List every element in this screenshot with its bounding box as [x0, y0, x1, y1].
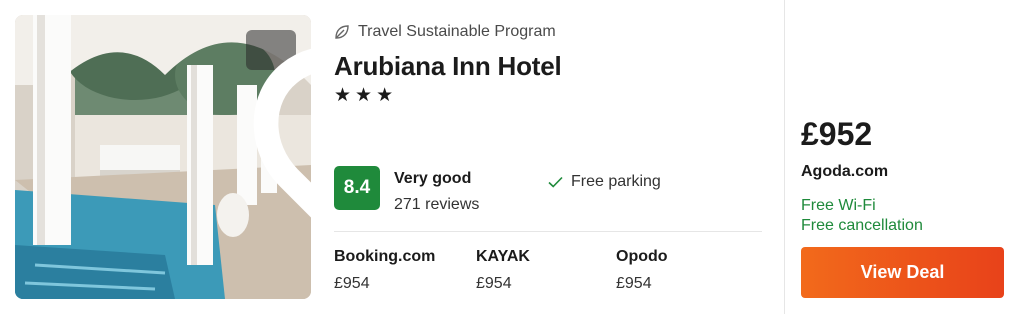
partner-price: £954	[476, 275, 512, 292]
rating-label: Very good	[394, 170, 472, 187]
partner-name: Opodo	[616, 248, 668, 265]
amenity-label: Free parking	[571, 173, 661, 190]
partner-price-booking[interactable]: Booking.com £954	[334, 248, 435, 293]
hotel-result-card: Travel Sustainable Program Arubiana Inn …	[0, 0, 1024, 314]
deal-provider: Agoda.com	[801, 163, 889, 180]
check-icon	[548, 176, 563, 188]
deal-price: £952	[801, 116, 873, 152]
leaf-icon	[335, 25, 349, 39]
hotel-photo[interactable]	[15, 15, 311, 299]
sustainability-label[interactable]: Travel Sustainable Program	[358, 23, 556, 41]
partner-name: KAYAK	[476, 248, 530, 265]
heart-icon	[253, 48, 311, 218]
column-divider	[784, 0, 785, 314]
favorite-button[interactable]	[246, 30, 311, 218]
hotel-name[interactable]: Arubiana Inn Hotel	[334, 51, 562, 82]
perk-free-wifi: Free Wi-Fi	[801, 197, 876, 214]
review-count[interactable]: 271 reviews	[394, 196, 479, 214]
view-deal-button[interactable]: View Deal	[801, 247, 1004, 298]
star-icon: ★	[334, 85, 352, 106]
star-rating: ★ ★ ★	[334, 86, 393, 106]
partner-price: £954	[616, 275, 652, 292]
divider	[334, 231, 762, 232]
star-icon: ★	[355, 85, 373, 106]
amenity-free-parking: Free parking	[548, 173, 661, 191]
partner-price-kayak[interactable]: KAYAK £954	[476, 248, 530, 293]
star-icon: ★	[376, 85, 394, 106]
sustainability-badge: Travel Sustainable Program	[334, 22, 556, 42]
partner-price: £954	[334, 275, 370, 292]
partner-name: Booking.com	[334, 248, 436, 265]
perk-free-cancellation: Free cancellation	[801, 217, 923, 234]
review-score-badge[interactable]: 8.4	[334, 166, 380, 210]
partner-price-opodo[interactable]: Opodo £954	[616, 248, 668, 293]
